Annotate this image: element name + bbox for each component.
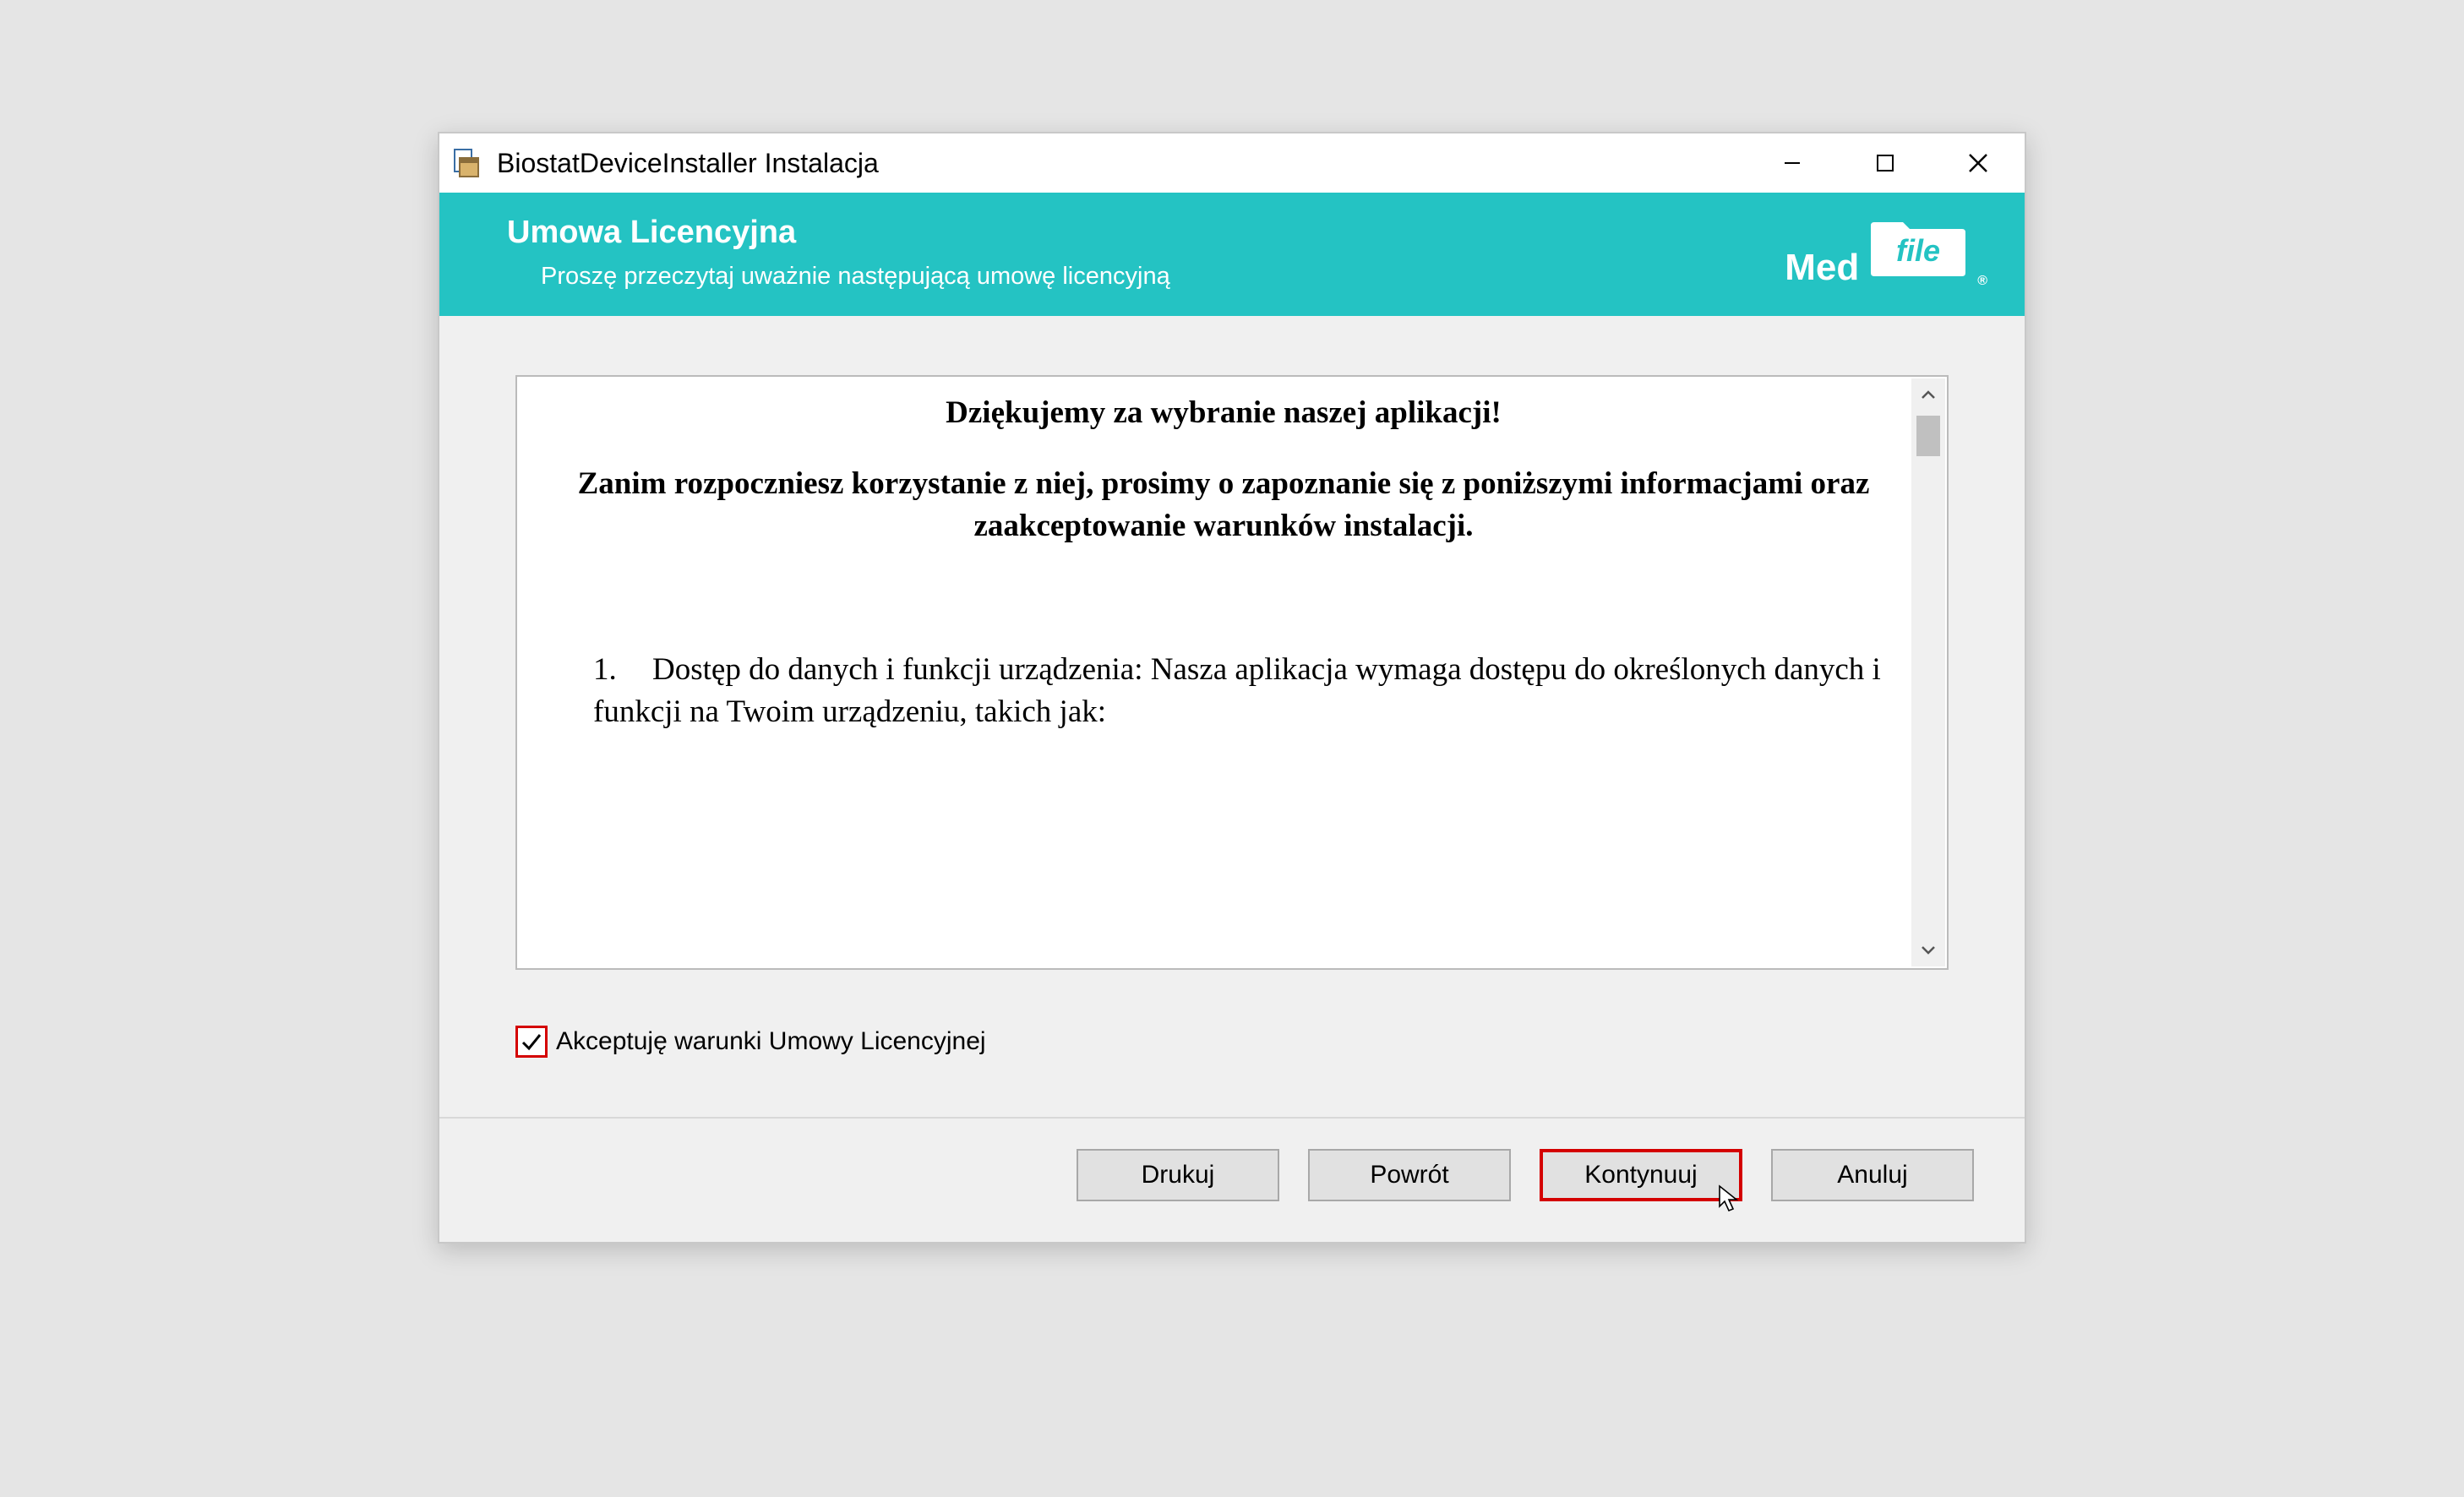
footer: Drukuj Powrót Kontynuuj Anuluj [439,1119,2025,1242]
brand-prefix: Med [1785,247,1859,289]
license-text[interactable]: Dziękujemy za wybranie naszej aplikacji!… [517,377,1947,968]
header-title: Umowa Licencyjna [507,215,1170,251]
titlebar: BiostatDeviceInstaller Instalacja [439,133,2025,193]
license-text-container: Dziękujemy za wybranie naszej aplikacji!… [515,375,1949,970]
license-item-1: 1.Dostęp do danych i funkcji urządzenia:… [551,649,1896,733]
scrollbar[interactable] [1911,378,1945,966]
scroll-down-icon[interactable] [1911,933,1945,966]
license-intro: Zanim rozpoczniesz korzystanie z niej, p… [551,463,1896,547]
registered-mark: ® [1977,274,1987,289]
scroll-thumb[interactable] [1916,416,1940,456]
back-button[interactable]: Powrót [1308,1149,1511,1201]
header-subtitle: Proszę przeczytaj uważnie następującą um… [507,263,1170,291]
scroll-up-icon[interactable] [1911,378,1945,412]
body-area: Dziękujemy za wybranie naszej aplikacji!… [439,316,2025,1117]
minimize-button[interactable] [1746,133,1839,193]
page-background: BiostatDeviceInstaller Instalacja Umowa … [49,47,2415,1450]
close-button[interactable] [1932,133,2025,193]
print-button[interactable]: Drukuj [1077,1149,1279,1201]
cancel-button[interactable]: Anuluj [1771,1149,1974,1201]
accept-row: Akceptuję warunki Umowy Licencyjnej [515,1026,1949,1058]
header-banner: Umowa Licencyjna Proszę przeczytaj uważn… [439,193,2025,316]
window-controls [1746,133,2025,193]
installer-icon [450,146,483,180]
window-title: BiostatDeviceInstaller Instalacja [497,148,1746,179]
continue-button[interactable]: Kontynuuj [1540,1149,1742,1201]
accept-checkbox[interactable] [515,1026,548,1058]
brand-logo: Med file ® [1785,217,1987,289]
header-text: Umowa Licencyjna Proszę przeczytaj uważn… [507,215,1170,291]
folder-icon: file [1867,217,1969,289]
maximize-button[interactable] [1839,133,1932,193]
item-number: 1. [593,649,652,691]
license-thanks: Dziękujemy za wybranie naszej aplikacji! [551,392,1896,434]
svg-text:file: file [1896,233,1940,268]
accept-label: Akceptuję warunki Umowy Licencyjnej [556,1027,986,1056]
installer-window: BiostatDeviceInstaller Instalacja Umowa … [438,132,2026,1244]
item-text: Dostęp do danych i funkcji urządzenia: N… [593,652,1881,729]
